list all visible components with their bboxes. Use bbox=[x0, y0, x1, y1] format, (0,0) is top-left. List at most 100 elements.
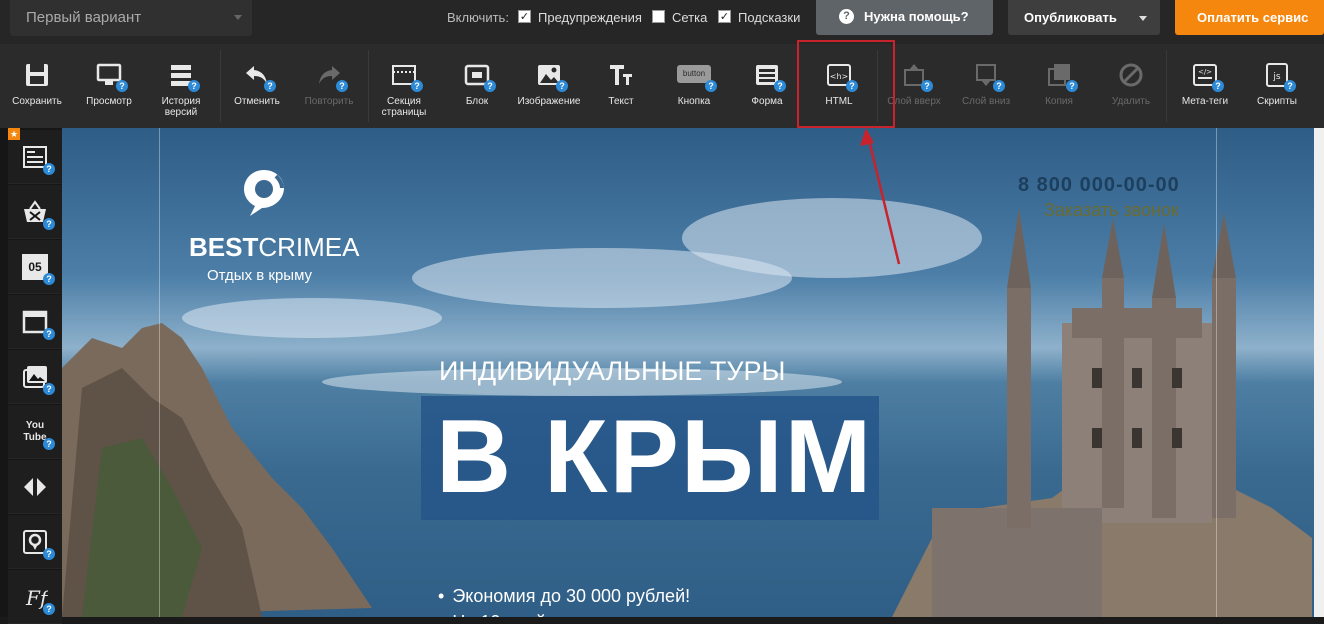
toolbar-block-button[interactable]: ? Блок bbox=[446, 44, 508, 128]
help-badge-icon[interactable]: ? bbox=[43, 603, 55, 615]
delete-icon-wrap bbox=[1118, 62, 1144, 88]
toolbar-button-label: Кнопка bbox=[677, 96, 711, 107]
help-badge-icon[interactable]: ? bbox=[1066, 80, 1078, 92]
hints-label: Подсказки bbox=[738, 10, 801, 25]
sidebar-basket-widget[interactable]: ? bbox=[8, 185, 62, 239]
grid-guide-line bbox=[159, 128, 160, 617]
toolbar-text-label: Текст bbox=[608, 96, 634, 107]
help-badge-icon[interactable]: ? bbox=[43, 218, 55, 230]
widget-sidebar: ? ? 05? ? ? You Tube? ? Ff? bbox=[0, 128, 62, 624]
grid-label: Сетка bbox=[672, 10, 708, 25]
block-icon-wrap: ? bbox=[464, 62, 496, 92]
preview-icon-wrap: ? bbox=[96, 62, 128, 92]
enable-label: Включить: bbox=[447, 10, 509, 25]
hero-bullets: Экономия до 30 000 рублей! На 10 дней за… bbox=[438, 583, 690, 617]
toolbar-save-button[interactable]: Сохранить bbox=[6, 44, 68, 128]
slider-widget-icon bbox=[24, 478, 46, 496]
help-button[interactable]: ? Нужна помощь? bbox=[816, 0, 993, 35]
toolbar-copy-button[interactable]: ? Копия bbox=[1028, 44, 1090, 128]
help-badge-icon[interactable]: ? bbox=[556, 80, 568, 92]
html-button-highlight bbox=[797, 40, 895, 128]
sidebar-gallery-widget[interactable]: ? bbox=[8, 350, 62, 404]
help-badge-icon[interactable]: ? bbox=[116, 80, 128, 92]
help-badge-icon[interactable]: ? bbox=[43, 273, 55, 285]
logo-icon bbox=[244, 170, 284, 216]
layer-up-icon-wrap: ? bbox=[901, 62, 933, 92]
sidebar-youtube-widget[interactable]: You Tube? bbox=[8, 405, 62, 459]
meta-tags-icon-wrap: </>? bbox=[1192, 62, 1224, 92]
help-badge-icon[interactable]: ? bbox=[43, 383, 55, 395]
help-badge-icon[interactable]: ? bbox=[43, 548, 55, 560]
toolbar-divider bbox=[220, 50, 221, 122]
help-badge-icon[interactable]: ? bbox=[1212, 80, 1224, 92]
toolbar-button-button[interactable]: button? Кнопка bbox=[662, 44, 726, 128]
toolbar-text-button[interactable]: Текст bbox=[590, 44, 652, 128]
toolbar-section-button[interactable]: ? Секция страницы bbox=[372, 44, 436, 128]
help-badge-icon[interactable]: ? bbox=[1284, 80, 1296, 92]
sidebar-map-widget[interactable]: ? bbox=[8, 515, 62, 569]
help-badge-icon[interactable]: ? bbox=[993, 80, 1005, 92]
button-icon-wrap: button? bbox=[677, 62, 717, 92]
help-badge-icon[interactable]: ? bbox=[43, 328, 55, 340]
help-badge-icon[interactable]: ? bbox=[921, 80, 933, 92]
help-badge-icon[interactable]: ? bbox=[188, 80, 200, 92]
star-icon: ★ bbox=[8, 128, 20, 140]
help-badge-icon[interactable]: ? bbox=[705, 80, 717, 92]
text-icon bbox=[610, 65, 632, 85]
save-icon bbox=[26, 64, 48, 86]
grid-checkbox[interactable] bbox=[652, 10, 665, 23]
warnings-checkbox[interactable]: ✓ bbox=[518, 10, 531, 23]
toolbar-form-label: Форма bbox=[751, 96, 783, 107]
variant-select[interactable]: Первый вариант bbox=[10, 0, 252, 36]
top-bar: Первый вариант Включить: ✓ Предупреждени… bbox=[0, 0, 1324, 44]
toolbar-scripts-button[interactable]: js? Скрипты bbox=[1244, 44, 1310, 128]
toolbar-scripts-label: Скрипты bbox=[1257, 96, 1297, 107]
svg-text:js: js bbox=[1272, 72, 1281, 82]
toolbar-divider bbox=[1166, 50, 1167, 122]
help-badge-icon[interactable]: ? bbox=[43, 438, 55, 450]
sidebar-slider-widget[interactable] bbox=[8, 460, 62, 514]
undo-icon-wrap: ? bbox=[244, 62, 276, 92]
swallows-nest-castle bbox=[892, 208, 1312, 617]
help-badge-icon[interactable]: ? bbox=[484, 80, 496, 92]
sidebar-timer-widget[interactable]: 05? bbox=[8, 240, 62, 294]
help-badge-icon[interactable]: ? bbox=[774, 80, 786, 92]
callback-link[interactable]: Заказать звонок bbox=[1044, 200, 1179, 221]
help-badge-icon[interactable]: ? bbox=[411, 80, 423, 92]
toolbar-image-button[interactable]: ? Изображение bbox=[512, 44, 586, 128]
toolbar-preview-button[interactable]: ? Просмотр bbox=[78, 44, 140, 128]
brand-name-rest: CRIMEA bbox=[258, 232, 360, 262]
pay-service-button[interactable]: Оплатить сервис bbox=[1175, 0, 1324, 35]
hints-checkbox[interactable]: ✓ bbox=[718, 10, 731, 23]
question-icon: ? bbox=[839, 9, 854, 24]
sidebar-popup-widget[interactable]: ? bbox=[8, 295, 62, 349]
scrollbar[interactable] bbox=[1314, 128, 1324, 617]
sidebar-font-widget[interactable]: Ff? bbox=[8, 570, 62, 624]
help-badge-icon[interactable]: ? bbox=[43, 163, 55, 175]
hero-headline: В КРЫМ bbox=[436, 399, 874, 515]
publish-button[interactable]: Опубликовать bbox=[1008, 0, 1160, 35]
toolbar-undo-button[interactable]: ? Отменить bbox=[226, 44, 288, 128]
toolbar-image-label: Изображение bbox=[517, 96, 581, 107]
toolbar-redo-button[interactable]: ? Повторить bbox=[298, 44, 360, 128]
variant-select-value: Первый вариант bbox=[26, 9, 142, 26]
button-icon: button bbox=[677, 65, 711, 83]
toolbar-copy-label: Копия bbox=[1045, 96, 1073, 107]
toolbar-history-button[interactable]: ? История версий bbox=[150, 44, 212, 128]
help-button-label: Нужна помощь? bbox=[864, 9, 969, 24]
toolbar-history-label: История версий bbox=[161, 96, 201, 118]
toolbar-layer-down-button[interactable]: ? Слой вниз bbox=[952, 44, 1020, 128]
toolbar-delete-button[interactable]: Удалить bbox=[1100, 44, 1162, 128]
phone-number: 8 800 000-00-00 bbox=[1018, 174, 1180, 196]
toolbar-redo-label: Повторить bbox=[304, 96, 354, 107]
hero-kicker: ИНДИВИДУАЛЬНЫЕ ТУРЫ bbox=[439, 356, 786, 386]
toolbar-undo-label: Отменить bbox=[234, 96, 280, 107]
help-badge-icon[interactable]: ? bbox=[264, 80, 276, 92]
list-item: Экономия до 30 000 рублей! bbox=[438, 583, 690, 609]
page-canvas[interactable]: BESTCRIMEA Отдых в крыму 8 800 000-00-00… bbox=[62, 128, 1314, 617]
help-badge-icon[interactable]: ? bbox=[336, 80, 348, 92]
text-icon-wrap bbox=[608, 62, 634, 88]
toolbar-form-button[interactable]: ? Форма bbox=[736, 44, 798, 128]
toolbar-meta-tags-button[interactable]: </>? Мета-теги bbox=[1172, 44, 1238, 128]
publish-button-label: Опубликовать bbox=[1024, 10, 1117, 25]
